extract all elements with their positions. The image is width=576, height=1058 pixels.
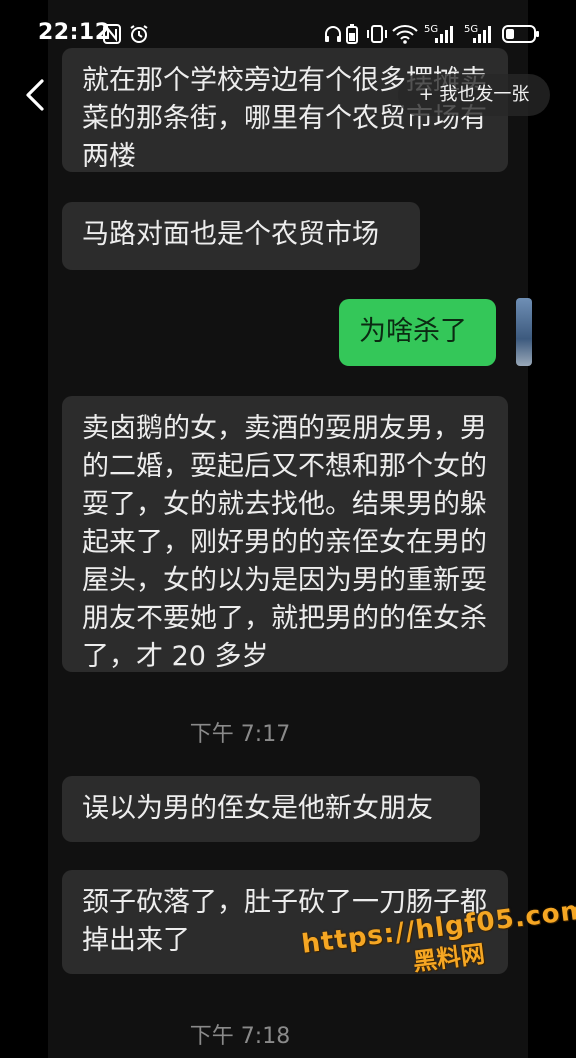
message-bubble-received[interactable]: 卖卤鹅的女，卖酒的耍朋友男，男的二婚，耍起后又不想和那个女的耍了，女的就去找他。…: [62, 396, 508, 672]
status-bar: 22:12 5G 5G: [0, 0, 576, 70]
headphones-icon: [323, 24, 343, 49]
alarm-icon: [129, 24, 149, 49]
status-time: 22:12: [38, 20, 111, 45]
signal-icon-2: [472, 24, 494, 49]
timestamp: 下午 7:18: [189, 1024, 291, 1049]
user-avatar[interactable]: [516, 298, 532, 366]
vibrate-icon: [366, 24, 388, 49]
wifi-icon: [392, 24, 418, 49]
nfc-icon: [103, 24, 121, 49]
signal-icon: [434, 24, 456, 49]
message-bubble-sent[interactable]: 为啥杀了: [339, 299, 496, 366]
message-bubble-received[interactable]: 马路对面也是个农贸市场: [62, 202, 420, 270]
share-photo-button[interactable]: + 我也发一张: [398, 74, 550, 116]
message-bubble-received[interactable]: 误以为男的侄女是他新女朋友: [62, 776, 480, 842]
headphone-battery-icon: [346, 24, 358, 49]
back-icon[interactable]: [24, 78, 46, 112]
timestamp: 下午 7:17: [189, 722, 291, 747]
battery-icon: [502, 24, 540, 49]
